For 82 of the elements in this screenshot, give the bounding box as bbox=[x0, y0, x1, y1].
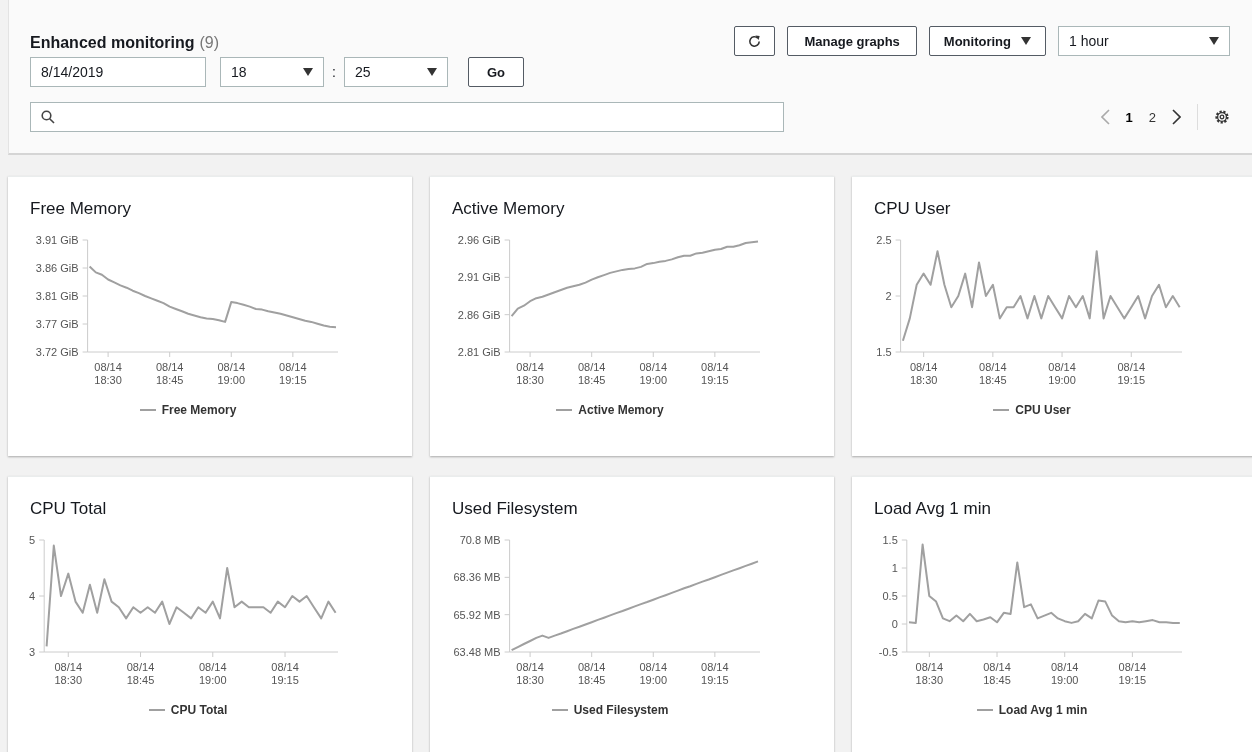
graph-title: Load Avg 1 min bbox=[873, 499, 992, 519]
axis-label: 3.81 GiB bbox=[35, 290, 79, 302]
axis-label: 08/14 18:45 bbox=[126, 661, 155, 686]
item-count: (9) bbox=[199, 34, 219, 52]
axis-label: 70.8 MB bbox=[459, 534, 501, 546]
axis-label: 08/14 18:30 bbox=[915, 661, 944, 686]
axis-label: 65.92 MB bbox=[453, 608, 501, 621]
axis-label: 0.5 bbox=[882, 590, 898, 602]
axis-label: 08/14 18:30 bbox=[516, 661, 544, 686]
axis-label: 08/14 19:00 bbox=[1048, 361, 1076, 386]
refresh-icon bbox=[747, 33, 763, 49]
axis-label: 08/14 19:15 bbox=[1118, 661, 1147, 686]
axis-label: 1.5 bbox=[876, 346, 892, 358]
legend-label: Used Filesystem bbox=[573, 703, 669, 717]
axis-label: 2.91 GiB bbox=[457, 271, 501, 284]
axis-label: -0.5 bbox=[878, 646, 898, 658]
axis-label: 1.5 bbox=[882, 534, 898, 546]
axis-label: 08/14 19:00 bbox=[639, 361, 668, 386]
axis-label: 08/14 19:15 bbox=[701, 361, 729, 386]
axis-label: 08/14 19:00 bbox=[1050, 661, 1079, 686]
search-field[interactable] bbox=[30, 102, 784, 132]
manage-graphs-button[interactable]: Manage graphs bbox=[787, 26, 917, 56]
go-button[interactable]: Go bbox=[467, 57, 524, 87]
graph-title: Active Memory bbox=[451, 199, 566, 219]
graph-title: CPU User bbox=[873, 199, 952, 219]
axis-label: 3 bbox=[29, 646, 36, 658]
axis-label: 08/14 19:15 bbox=[279, 361, 307, 386]
hour-select[interactable]: 18 bbox=[220, 57, 324, 87]
axis-label: 5 bbox=[29, 534, 36, 546]
legend-label: Load Avg 1 min bbox=[998, 703, 1088, 717]
axis-label: 08/14 18:45 bbox=[577, 661, 606, 686]
legend-label: CPU User bbox=[1015, 403, 1071, 417]
axis-label: 63.48 MB bbox=[453, 646, 501, 658]
axis-label: 08/14 19:15 bbox=[1117, 361, 1146, 386]
axis-label: 4 bbox=[29, 590, 36, 602]
axis-label: 08/14 18:30 bbox=[516, 361, 544, 386]
axis-label: 08/14 19:00 bbox=[199, 661, 227, 686]
refresh-button[interactable] bbox=[734, 26, 776, 56]
axis-label: 08/14 18:45 bbox=[983, 661, 1011, 686]
date-field[interactable]: 8/14/2019 bbox=[30, 57, 206, 87]
settings-icon[interactable] bbox=[1214, 109, 1230, 125]
caret-icon bbox=[426, 68, 437, 76]
time-separator: : bbox=[332, 64, 336, 80]
axis-label: 2.5 bbox=[876, 234, 892, 246]
page-link[interactable]: 2 bbox=[1148, 109, 1156, 125]
caret-icon bbox=[303, 68, 313, 76]
axis-label: 68.36 MB bbox=[453, 571, 501, 584]
page-title: Enhanced monitoring bbox=[30, 34, 195, 52]
monitoring-menu[interactable]: Monitoring bbox=[928, 26, 1046, 56]
axis-label: 08/14 18:30 bbox=[54, 661, 83, 686]
axis-label: 08/14 19:00 bbox=[639, 661, 668, 686]
graph-title: Used Filesystem bbox=[451, 499, 579, 519]
axis-label: 0 bbox=[891, 618, 898, 630]
axis-label: 08/14 18:30 bbox=[94, 361, 122, 386]
graph-title: CPU Total bbox=[29, 499, 108, 519]
axis-label: 08/14 18:45 bbox=[155, 361, 184, 386]
axis-label: 2.96 GiB bbox=[457, 234, 501, 246]
legend-label: CPU Total bbox=[170, 703, 228, 717]
legend-label: Active Memory bbox=[578, 403, 664, 417]
axis-label: 2.81 GiB bbox=[457, 346, 501, 358]
axis-label: 08/14 18:45 bbox=[577, 361, 606, 386]
axis-label: 08/14 19:15 bbox=[701, 661, 729, 686]
axis-label: 08/14 18:45 bbox=[979, 361, 1007, 386]
time-range-select[interactable]: 1 hour bbox=[1058, 26, 1230, 56]
axis-label: 2 bbox=[885, 290, 892, 302]
caret-icon bbox=[1209, 37, 1219, 45]
axis-label: 08/14 18:30 bbox=[909, 361, 938, 386]
axis-label: 08/14 19:00 bbox=[217, 361, 246, 386]
minute-select[interactable]: 25 bbox=[343, 57, 448, 87]
axis-label: 3.86 GiB bbox=[35, 262, 79, 274]
axis-label: 08/14 19:15 bbox=[271, 661, 299, 686]
axis-label: 3.72 GiB bbox=[35, 346, 79, 358]
caret-icon bbox=[1021, 37, 1031, 45]
axis-label: 3.77 GiB bbox=[35, 318, 79, 330]
axis-label: 1 bbox=[891, 562, 898, 574]
axis-label: 2.86 GiB bbox=[457, 308, 501, 321]
next-page-icon[interactable] bbox=[1172, 109, 1181, 125]
legend-label: Free Memory bbox=[161, 403, 237, 417]
graph-title: Free Memory bbox=[29, 199, 133, 219]
page-link[interactable]: 1 bbox=[1125, 109, 1133, 125]
search-icon bbox=[41, 110, 55, 124]
axis-label: 3.91 GiB bbox=[35, 234, 79, 246]
